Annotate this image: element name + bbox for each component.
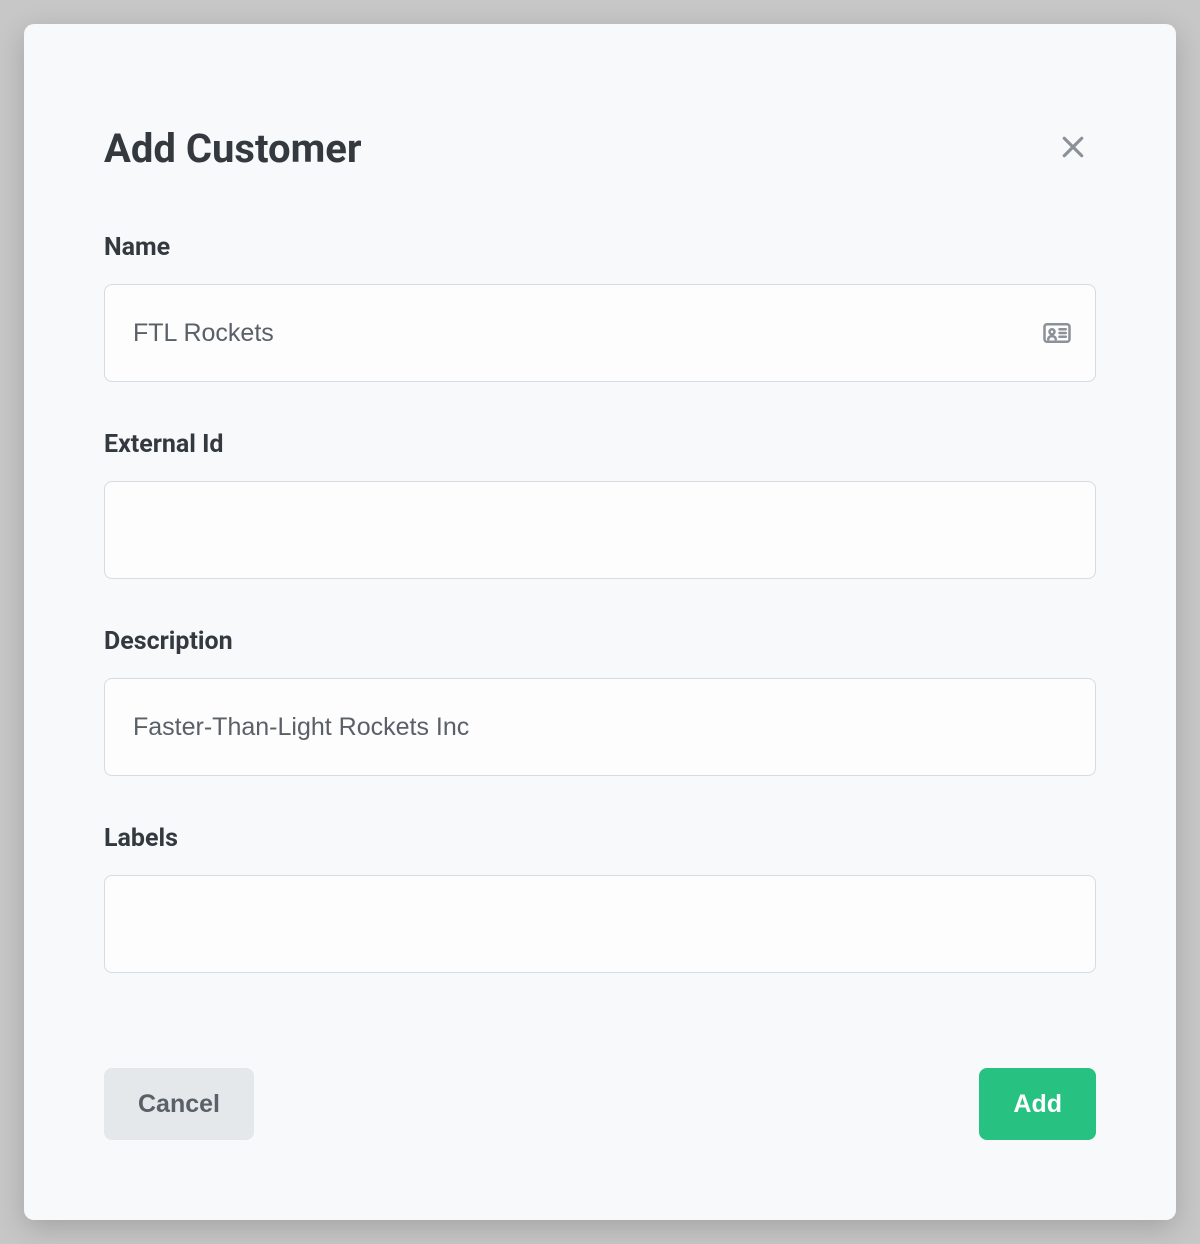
labels-label: Labels	[104, 824, 1096, 853]
input-wrapper	[104, 284, 1096, 382]
modal-footer: Cancel Add	[104, 1038, 1096, 1140]
id-card-icon	[1042, 318, 1072, 348]
labels-field[interactable]	[104, 875, 1096, 973]
form-group-description: Description	[104, 627, 1096, 776]
description-label: Description	[104, 627, 1096, 656]
name-field[interactable]	[104, 284, 1096, 382]
close-button[interactable]	[1050, 124, 1096, 173]
external-id-field[interactable]	[104, 481, 1096, 579]
cancel-button-label: Cancel	[138, 1090, 220, 1119]
modal-header: Add Customer	[104, 124, 1096, 173]
add-customer-modal: Add Customer Name	[24, 24, 1176, 1220]
modal-title: Add Customer	[104, 125, 361, 172]
description-field[interactable]	[104, 678, 1096, 776]
close-icon	[1058, 132, 1088, 165]
form-group-name: Name	[104, 233, 1096, 382]
cancel-button[interactable]: Cancel	[104, 1068, 254, 1140]
name-label: Name	[104, 233, 1096, 262]
form-group-external-id: External Id	[104, 430, 1096, 579]
external-id-label: External Id	[104, 430, 1096, 459]
add-button[interactable]: Add	[979, 1068, 1096, 1140]
add-button-label: Add	[1013, 1090, 1062, 1119]
form-group-labels: Labels	[104, 824, 1096, 973]
